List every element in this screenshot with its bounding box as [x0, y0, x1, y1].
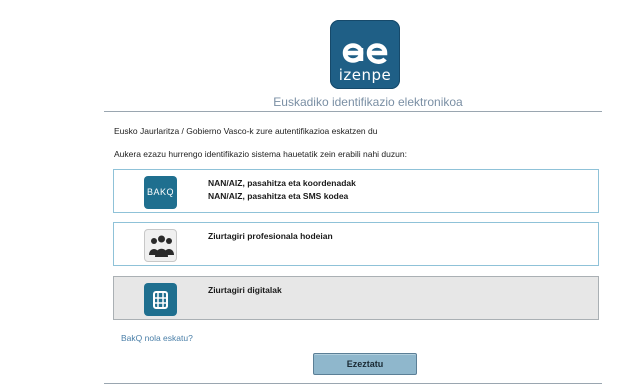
divider-bottom	[104, 383, 602, 384]
bakq-request-link[interactable]: BakQ nola eskatu?	[121, 333, 193, 343]
option-cloud-certificate-label: Ziurtagiri profesionala hodeian	[208, 231, 333, 241]
option-cloud-certificate[interactable]: Ziurtagiri profesionala hodeian	[113, 222, 599, 266]
intro-text: Eusko Jaurlaritza / Gobierno Vasco-k zur…	[114, 126, 378, 136]
option-digital-certificates-label: Ziurtagiri digitalak	[208, 285, 282, 295]
bakq-icon: BAKQ	[144, 176, 177, 209]
choose-instruction: Aukera ezazu hurrengo identifikazio sist…	[114, 149, 407, 159]
divider-top	[104, 111, 602, 112]
izenpe-logo: izenpe	[330, 20, 400, 89]
option-bakq-label-2: NAN/AIZ, pasahitza eta SMS kodea	[208, 191, 349, 201]
option-bakq-label-1: NAN/AIZ, pasahitza eta koordenadak	[208, 178, 356, 188]
page-subtitle: Euskadiko identifikazio elektronikoa	[273, 95, 463, 109]
option-digital-certificates[interactable]: Ziurtagiri digitalak	[113, 276, 599, 320]
logo-wordmark: izenpe	[338, 66, 392, 84]
chip-card-icon	[144, 283, 177, 316]
professionals-group-icon	[144, 229, 177, 262]
cancel-button[interactable]: Ezeztatu	[313, 353, 417, 375]
option-bakq[interactable]: BAKQ NAN/AIZ, pasahitza eta koordenadak …	[113, 169, 599, 213]
